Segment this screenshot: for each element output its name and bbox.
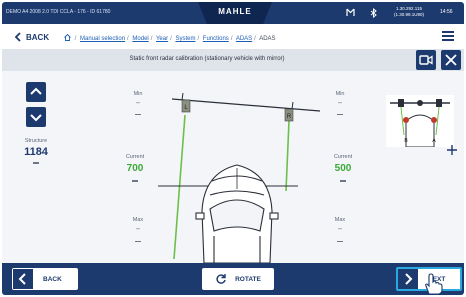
right-max-label: Max bbox=[334, 217, 346, 223]
right-min-label: Min bbox=[335, 91, 345, 97]
right-laser-line bbox=[285, 120, 290, 192]
right-current-value: 500 bbox=[334, 163, 352, 174]
close-button[interactable] bbox=[441, 50, 461, 70]
logo-text: MAHLE bbox=[218, 7, 252, 16]
plus-icon bbox=[447, 145, 457, 155]
breadcrumb-model[interactable]: Model bbox=[132, 36, 148, 42]
rotate-icon bbox=[216, 274, 226, 284]
hand-cursor-icon bbox=[425, 273, 443, 295]
breadcrumb-functions[interactable]: Functions bbox=[203, 36, 229, 42]
app-window: DEMO A4 2008 2.0 TDI CCLA - 176 - ID 617… bbox=[2, 2, 464, 295]
left-current-value: 700 bbox=[126, 163, 144, 174]
page-title: Static front radar calibration (stationa… bbox=[129, 56, 285, 62]
back-link-label: BACK bbox=[26, 32, 50, 42]
setup-thumbnail: B A bbox=[386, 95, 454, 147]
structure-dash bbox=[33, 162, 39, 164]
rotate-button-label: ROTATE bbox=[235, 275, 261, 283]
status-bar: DEMO A4 2008 2.0 TDI CCLA - 176 - ID 617… bbox=[2, 2, 464, 24]
chevron-right-icon bbox=[405, 273, 413, 285]
chevron-up-icon bbox=[30, 87, 42, 95]
left-laser-line bbox=[173, 114, 186, 260]
version-info: 1.30.292.115 (1.30.99.1U90) bbox=[386, 6, 432, 18]
structure-up-button[interactable] bbox=[26, 82, 46, 102]
structure-value: 1184 bbox=[24, 146, 48, 158]
version-line-2: (1.30.99.1U90) bbox=[393, 12, 425, 17]
nav-bar: BACK / Manual selection / Model / Year / Sy… bbox=[2, 24, 464, 50]
right-current-dash bbox=[340, 180, 346, 182]
back-link[interactable]: BACK bbox=[14, 30, 49, 44]
breadcrumb-manual-selection[interactable]: Manual selection bbox=[80, 36, 125, 42]
calibration-area: Structure 1184 Min -- Current 700 Max --… bbox=[2, 71, 464, 263]
next-button-icon-box bbox=[398, 269, 418, 289]
right-max-dash bbox=[337, 241, 343, 242]
signal-icon bbox=[346, 8, 355, 20]
hamburger-menu-icon[interactable] bbox=[442, 31, 454, 41]
car-top-view bbox=[195, 164, 279, 263]
structure-label: Structure bbox=[24, 138, 48, 144]
back-button-icon-box bbox=[13, 269, 33, 289]
right-target-mark: R bbox=[287, 114, 292, 120]
home-icon[interactable] bbox=[64, 33, 71, 41]
clock: 14:56 bbox=[440, 9, 453, 15]
right-max-value: -- bbox=[338, 226, 342, 232]
bottom-bar: BACK ROTATE NEXT bbox=[2, 263, 464, 295]
left-current-dash bbox=[132, 180, 138, 182]
left-min-dash bbox=[135, 114, 141, 115]
back-button-label: BACK bbox=[43, 275, 62, 283]
chevron-down-icon bbox=[30, 114, 42, 122]
breadcrumb-system[interactable]: System bbox=[175, 36, 195, 42]
video-button[interactable] bbox=[416, 50, 436, 70]
breadcrumb-year[interactable]: Year bbox=[156, 36, 168, 42]
right-current-label: Current bbox=[333, 154, 353, 160]
calibration-diagram: L R bbox=[158, 92, 321, 263]
structure-down-button[interactable] bbox=[26, 107, 46, 127]
rotate-button[interactable]: ROTATE bbox=[202, 268, 274, 290]
left-current-label: Current bbox=[125, 154, 145, 160]
mahle-logo: MAHLE bbox=[198, 2, 272, 24]
bluetooth-icon bbox=[370, 7, 377, 21]
right-min-value: -- bbox=[338, 100, 342, 106]
breadcrumb: / Manual selection / Model / Year / System /… bbox=[64, 33, 276, 42]
breadcrumb-current: ADAS bbox=[259, 36, 276, 42]
mirror-bar bbox=[171, 98, 321, 112]
zoom-in-button[interactable] bbox=[446, 143, 458, 155]
vehicle-info: DEMO A4 2008 2.0 TDI CCLA - 176 - ID 617… bbox=[6, 9, 111, 15]
video-camera-icon bbox=[419, 55, 433, 65]
right-min-dash bbox=[337, 114, 343, 115]
left-max-dash bbox=[135, 241, 141, 242]
chevron-left-icon bbox=[18, 273, 26, 285]
breadcrumb-adas[interactable]: ADAS bbox=[236, 36, 252, 42]
chevron-left-icon bbox=[14, 32, 21, 42]
close-icon bbox=[445, 54, 457, 66]
back-button[interactable]: BACK bbox=[12, 268, 78, 290]
title-bar: Static front radar calibration (stationa… bbox=[2, 49, 464, 71]
